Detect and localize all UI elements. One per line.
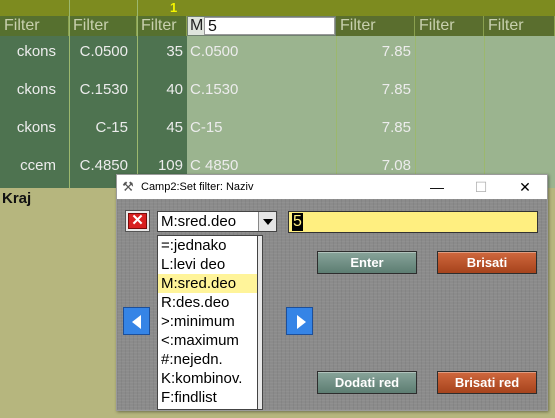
close-icon: ✕ bbox=[128, 213, 147, 229]
cell: C-15 bbox=[190, 119, 223, 136]
filter-cell-2[interactable]: Filter bbox=[69, 16, 137, 36]
list-scrollbar[interactable] bbox=[258, 235, 263, 410]
cell: ckons bbox=[16, 43, 56, 60]
filter-value-input[interactable]: 5 bbox=[204, 17, 335, 35]
list-item[interactable]: =:jednako bbox=[158, 236, 257, 255]
cell: ccem bbox=[20, 157, 56, 174]
cell: 7.85 bbox=[381, 81, 411, 98]
dialog-title: Camp2:Set filter: Naziv bbox=[141, 181, 254, 193]
dialog-titlebar[interactable]: ⚒ Camp2:Set filter: Naziv — ☐ ✕ bbox=[117, 175, 547, 199]
dialog-body: ✕ M:sred.deo =:jednako L:levi deo M:sred… bbox=[117, 199, 547, 410]
filter-cell-1[interactable]: Filter bbox=[0, 16, 69, 36]
cell: C-15 bbox=[95, 119, 128, 136]
cell: 35 bbox=[166, 43, 183, 60]
list-item[interactable]: F:findlist bbox=[158, 388, 257, 407]
cell: C.0500 bbox=[79, 43, 128, 60]
maximize-button: ☐ bbox=[474, 179, 488, 195]
list-item[interactable]: L:levi deo bbox=[158, 255, 257, 274]
cell: ckons bbox=[16, 119, 56, 136]
column-number: 1 bbox=[170, 0, 178, 15]
filter-value-text: 5 bbox=[292, 213, 303, 231]
close-window-button[interactable]: ✕ bbox=[503, 175, 547, 199]
clear-button[interactable]: Brisati bbox=[437, 251, 537, 274]
cell: C.1530 bbox=[79, 81, 128, 98]
set-filter-dialog: ⚒ Camp2:Set filter: Naziv — ☐ ✕ ✕ M:sred… bbox=[116, 174, 548, 411]
filter-value-field[interactable]: 5 bbox=[288, 211, 538, 233]
hammer-icon: ⚒ bbox=[122, 179, 134, 194]
next-button[interactable] bbox=[286, 307, 313, 335]
filter-mode-selected: M:sred.deo bbox=[161, 213, 237, 230]
previous-button[interactable] bbox=[123, 307, 150, 335]
cell: 45 bbox=[166, 119, 183, 136]
delete-row-button[interactable]: Brisati red bbox=[437, 371, 537, 394]
list-item[interactable]: <:maximum bbox=[158, 331, 257, 350]
filter-mode-select[interactable]: M:sred.deo bbox=[157, 211, 277, 232]
cell: 40 bbox=[166, 81, 183, 98]
list-item[interactable]: K:kombinov. bbox=[158, 369, 257, 388]
table-row[interactable]: ckons C.1530 40 C.1530 7.85 bbox=[0, 74, 555, 112]
filter-cell-5[interactable]: Filter bbox=[336, 16, 415, 36]
filter-mode-prefix: M bbox=[190, 17, 204, 34]
list-item[interactable]: >:minimum bbox=[158, 312, 257, 331]
enter-button[interactable]: Enter bbox=[317, 251, 417, 274]
cell: C.1530 bbox=[190, 81, 239, 98]
arrow-left-icon bbox=[132, 315, 141, 329]
table-row[interactable]: ckons C.0500 35 C.0500 7.85 bbox=[0, 36, 555, 74]
table-row[interactable]: ckons C-15 45 C-15 7.85 bbox=[0, 112, 555, 150]
cell: ckons bbox=[16, 81, 56, 98]
column-header-strip: 1 bbox=[0, 0, 555, 16]
cancel-button[interactable]: ✕ bbox=[125, 210, 150, 232]
filter-cell-6[interactable]: Filter bbox=[415, 16, 484, 36]
data-grid: 1 Filter Filter Filter Filter Filter Fil… bbox=[0, 0, 555, 188]
grid-footer-label: Kraj bbox=[2, 190, 32, 207]
active-filter-cell[interactable]: M 5 bbox=[187, 16, 336, 36]
add-row-button[interactable]: Dodati red bbox=[317, 371, 417, 394]
filter-cell-7[interactable]: Filter bbox=[484, 16, 555, 36]
minimize-button[interactable]: — bbox=[415, 175, 459, 199]
list-item[interactable]: #:nejedn. bbox=[158, 350, 257, 369]
list-item[interactable]: R:des.deo bbox=[158, 293, 257, 312]
chevron-down-icon[interactable] bbox=[258, 212, 276, 231]
cell: 7.85 bbox=[381, 43, 411, 60]
cell: 7.85 bbox=[381, 119, 411, 136]
filter-cell-3[interactable]: Filter bbox=[137, 16, 187, 36]
cell: C.0500 bbox=[190, 43, 239, 60]
filter-mode-list[interactable]: =:jednako L:levi deo M:sred.deo R:des.de… bbox=[157, 235, 258, 410]
arrow-right-icon bbox=[297, 315, 306, 329]
list-item-selected[interactable]: M:sred.deo bbox=[158, 274, 257, 293]
